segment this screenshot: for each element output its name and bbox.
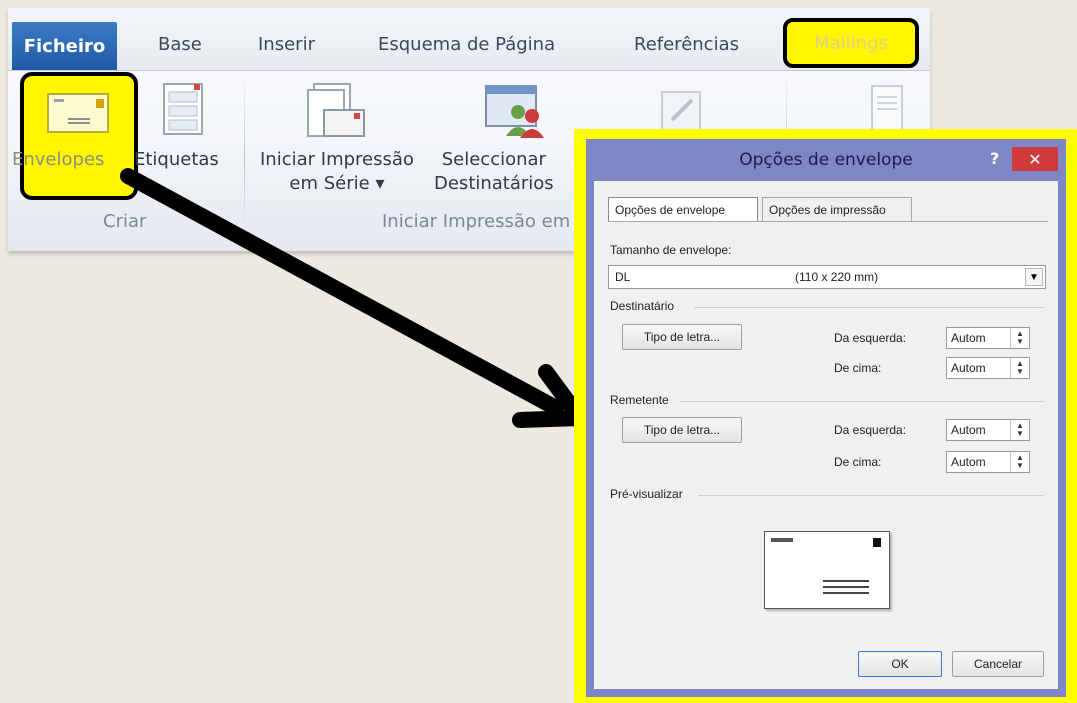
- envelope-preview: [764, 531, 890, 609]
- help-button[interactable]: ?: [990, 149, 999, 168]
- close-button[interactable]: ✕: [1012, 147, 1058, 171]
- envelope-preview-icon: [771, 538, 881, 594]
- sender-top-value: Autom: [951, 455, 986, 469]
- recipient-left-value: Autom: [951, 331, 986, 345]
- sender-top-spinner[interactable]: Autom ▲ ▼: [946, 451, 1030, 473]
- envelope-size-dims: (110 x 220 mm): [795, 270, 879, 284]
- cancel-button[interactable]: Cancelar: [952, 651, 1044, 677]
- spinner-arrows-icon[interactable]: ▲ ▼: [1010, 452, 1029, 472]
- recipient-left-label: Da esquerda:: [834, 331, 907, 345]
- sender-font-button[interactable]: Tipo de letra...: [622, 417, 742, 443]
- envelope-size-select[interactable]: DL (110 x 220 mm) ▼: [608, 265, 1046, 289]
- dialog-body: Opções de envelope Opções de impressão T…: [594, 181, 1058, 689]
- chevron-down-icon[interactable]: ▼: [1025, 268, 1043, 286]
- recipient-section-label: Destinatário: [610, 299, 675, 313]
- envelope-options-dialog: Opções de envelope ? ✕ Opções de envelop…: [586, 139, 1066, 697]
- ok-button[interactable]: OK: [858, 651, 942, 677]
- recipient-font-button[interactable]: Tipo de letra...: [622, 324, 742, 350]
- sender-section-line: [680, 401, 1044, 402]
- tab-envelope-options[interactable]: Opções de envelope: [608, 197, 758, 221]
- spinner-arrows-icon[interactable]: ▲ ▼: [1010, 420, 1029, 440]
- spinner-arrows-icon[interactable]: ▲ ▼: [1010, 358, 1029, 378]
- recipient-top-spinner[interactable]: Autom ▲ ▼: [946, 357, 1030, 379]
- envelope-size-label: Tamanho de envelope:: [610, 243, 732, 257]
- preview-section-line: [698, 495, 1044, 496]
- close-icon: ✕: [1028, 149, 1042, 169]
- recipient-top-value: Autom: [951, 361, 986, 375]
- envelope-options-dialog-highlight: Opções de envelope ? ✕ Opções de envelop…: [574, 129, 1077, 703]
- preview-section-label: Pré-visualizar: [610, 487, 683, 501]
- recipient-section-line: [694, 307, 1044, 308]
- recipient-left-spinner[interactable]: Autom ▲ ▼: [946, 327, 1030, 349]
- tab-print-options[interactable]: Opções de impressão: [762, 197, 912, 221]
- sender-section-label: Remetente: [610, 393, 669, 407]
- sender-left-spinner[interactable]: Autom ▲ ▼: [946, 419, 1030, 441]
- sender-left-label: Da esquerda:: [834, 423, 907, 437]
- spinner-arrows-icon[interactable]: ▲ ▼: [1010, 328, 1029, 348]
- envelope-size-code: DL: [615, 270, 631, 284]
- sender-left-value: Autom: [951, 423, 986, 437]
- recipient-top-label: De cima:: [834, 361, 882, 375]
- sender-top-label: De cima:: [834, 455, 882, 469]
- tab-panel-border: [608, 221, 1048, 222]
